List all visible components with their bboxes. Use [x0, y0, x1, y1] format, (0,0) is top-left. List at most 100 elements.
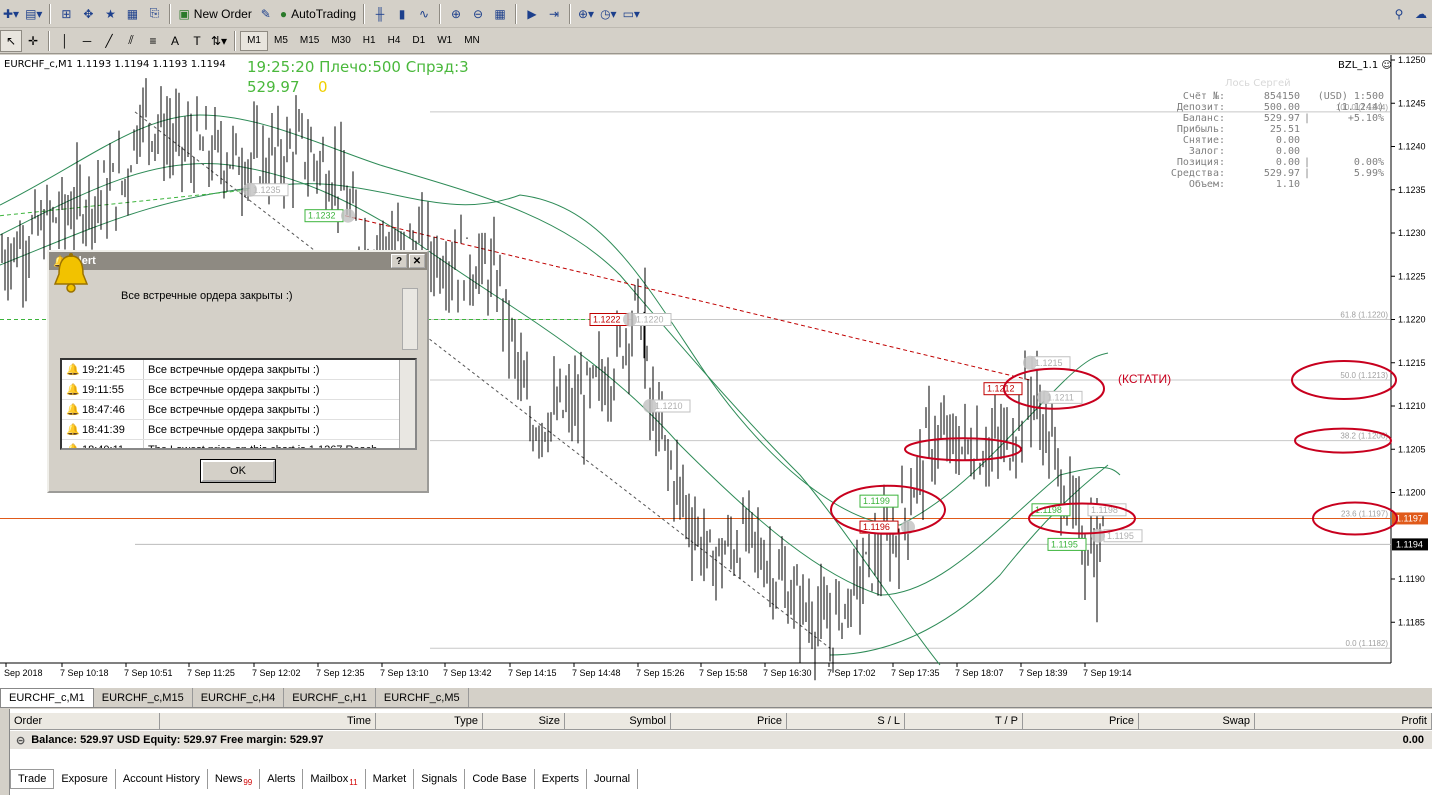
vertical-line-icon[interactable]: │ [54, 30, 76, 52]
terminal-tab[interactable]: Experts [535, 769, 588, 789]
zoom-out-icon[interactable]: ⊖ [467, 3, 489, 25]
cursor-icon[interactable]: ↖ [0, 29, 22, 52]
column-header[interactable]: Symbol [565, 713, 671, 729]
terminal-tab-label: Exposure [61, 773, 108, 785]
strategy-tester-icon[interactable]: ⎘ [143, 3, 165, 25]
tile-windows-icon[interactable]: ▦ [489, 3, 511, 25]
terminal-panel: Order Time Type Size Symbol Price S / LT / P Pr… [0, 709, 1432, 795]
terminal-tab[interactable]: News 99 [208, 769, 261, 789]
fibonacci-icon[interactable]: ≡ [142, 30, 164, 52]
chart-tabs: EURCHF_c,M1 EURCHF_c,M15 EURCHF_c,H4 EURCHF… [0, 688, 1432, 708]
price-label: 1.1205 [1398, 444, 1426, 454]
price-chart[interactable]: 1.1250 1.1245 1.1240 1.1235 1.1230 1.1225 1.12… [0, 55, 1432, 688]
horizontal-line-icon[interactable]: ─ [76, 30, 98, 52]
chart-tab[interactable]: EURCHF_c,M5 [376, 688, 469, 707]
text-icon[interactable]: A [164, 30, 186, 52]
autotrading-button[interactable]: ● AutoTrading [277, 3, 359, 25]
chart-tab[interactable]: EURCHF_c,H4 [193, 688, 285, 707]
terminal-tab[interactable]: Signals [414, 769, 466, 789]
timeframe-h4[interactable]: H4 [382, 31, 407, 51]
timeframe-w1[interactable]: W1 [431, 31, 458, 51]
terminal-tab[interactable]: Account History [116, 769, 208, 789]
text-label-icon[interactable]: T [186, 30, 208, 52]
alert-history-list[interactable]: 🔔 19:21:45 Все встречные ордера закрыты :)… [60, 358, 417, 450]
timeframe-mn[interactable]: MN [458, 31, 486, 51]
navigator-icon[interactable]: ✥ [77, 3, 99, 25]
trendline-icon[interactable]: ╱ [98, 30, 120, 52]
timeframe-m15[interactable]: M15 [294, 31, 325, 51]
terminal-tab[interactable]: Exposure [54, 769, 116, 789]
order-label: 1.1215 [1035, 358, 1063, 368]
column-header[interactable]: S / L [787, 713, 905, 729]
new-order-label: New Order [193, 6, 252, 21]
column-header[interactable]: T / P [905, 713, 1023, 729]
timeframe-m1[interactable]: M1 [240, 30, 268, 51]
terminal-tab-label: News [214, 773, 243, 785]
account-s [1300, 179, 1314, 190]
favorites-icon[interactable]: ★ [99, 3, 121, 25]
auto-scroll-icon[interactable]: ▶ [521, 3, 543, 25]
timeframe-h1[interactable]: H1 [357, 31, 382, 51]
list-scrollbar[interactable] [399, 360, 415, 448]
chat-icon[interactable]: ☁ [1410, 3, 1432, 25]
crosshair-icon[interactable]: ✛ [22, 30, 44, 52]
column-header[interactable]: Size [483, 713, 565, 729]
new-chart-icon[interactable]: ✚▾ [0, 3, 22, 25]
column-header[interactable]: Profit [1255, 713, 1432, 729]
alert-row[interactable]: 🔔 18:40:11 The Lowest price on this chart … [62, 440, 415, 448]
data-window-icon[interactable]: ▦ [121, 3, 143, 25]
alert-row[interactable]: 🔔 19:21:45 Все встречные ордера закрыты :) [62, 360, 415, 380]
terminal-tab-label: Experts [541, 773, 580, 785]
chart-tab[interactable]: EURCHF_c,M15 [94, 688, 193, 707]
chart-shift-icon[interactable]: ⇥ [543, 3, 565, 25]
account-p [1314, 179, 1384, 190]
terminal-tab[interactable]: Mailbox 11 [303, 769, 366, 789]
templates-icon[interactable]: ▭▾ [620, 3, 643, 25]
periods-icon[interactable]: ◷▾ [597, 3, 620, 25]
column-header[interactable]: Order [10, 713, 160, 729]
chart-tab[interactable]: EURCHF_c,M1 [0, 688, 94, 707]
help-button[interactable]: ? [391, 254, 407, 268]
column-header[interactable]: Time [160, 713, 376, 729]
profiles-icon[interactable]: ▤▾ [22, 3, 45, 25]
alert-row[interactable]: 🔔 19:11:55 Все встречные ордера закрыты :) [62, 380, 415, 400]
terminal-side-handle[interactable] [0, 709, 10, 795]
column-header[interactable]: Type [376, 713, 483, 729]
bar-chart-icon[interactable]: ╫ [369, 3, 391, 25]
line-chart-icon[interactable]: ∿ [413, 3, 435, 25]
alert-row[interactable]: 🔔 18:47:46 Все встречные ордера закрыты :) [62, 400, 415, 420]
chart-tab[interactable]: EURCHF_c,H1 [284, 688, 376, 707]
bell-large-icon [53, 253, 89, 293]
market-watch-icon[interactable]: ⊞ [55, 3, 77, 25]
zoom-in-icon[interactable]: ⊕ [445, 3, 467, 25]
timeframe-m30[interactable]: M30 [325, 31, 356, 51]
ok-button[interactable]: OK [200, 459, 276, 483]
timeframe-m5[interactable]: M5 [268, 31, 294, 51]
metaeditor-icon[interactable]: ✎ [255, 3, 277, 25]
column-header[interactable]: Price [671, 713, 787, 729]
message-scrollbar[interactable] [402, 288, 418, 350]
terminal-tab-label: Journal [594, 773, 631, 785]
terminal-tab[interactable]: Trade [10, 769, 55, 789]
account-p: +5.10% [1347, 113, 1384, 124]
account-k: Депозит: [1176, 102, 1225, 113]
account-row: Средства: 529.97 | 5.99% [1140, 168, 1384, 179]
column-header[interactable]: Price [1023, 713, 1139, 729]
close-button[interactable]: ✕ [409, 254, 425, 268]
terminal-tab[interactable]: Journal [587, 769, 639, 789]
equidistant-channel-icon[interactable]: ⫽ [120, 30, 142, 52]
time-label: 7 Sep 15:26 [636, 668, 685, 678]
new-order-button[interactable]: ▣ New Order [175, 3, 254, 25]
terminal-tab[interactable]: Code Base [465, 769, 535, 789]
terminal-tab-label: Signals [421, 773, 458, 785]
arrows-icon[interactable]: ⇅▾ [208, 30, 230, 52]
terminal-tab[interactable]: Alerts [260, 769, 304, 789]
alert-row[interactable]: 🔔 18:41:39 Все встречные ордера закрыты :) [62, 420, 415, 440]
candlestick-icon[interactable]: ▮ [391, 3, 413, 25]
indicators-icon[interactable]: ⊕▾ [575, 3, 597, 25]
column-header[interactable]: Swap [1139, 713, 1255, 729]
price-label: 1.1210 [1398, 401, 1426, 411]
search-icon[interactable]: ⚲ [1388, 3, 1410, 25]
terminal-tab[interactable]: Market [366, 769, 415, 789]
timeframe-d1[interactable]: D1 [406, 31, 431, 51]
